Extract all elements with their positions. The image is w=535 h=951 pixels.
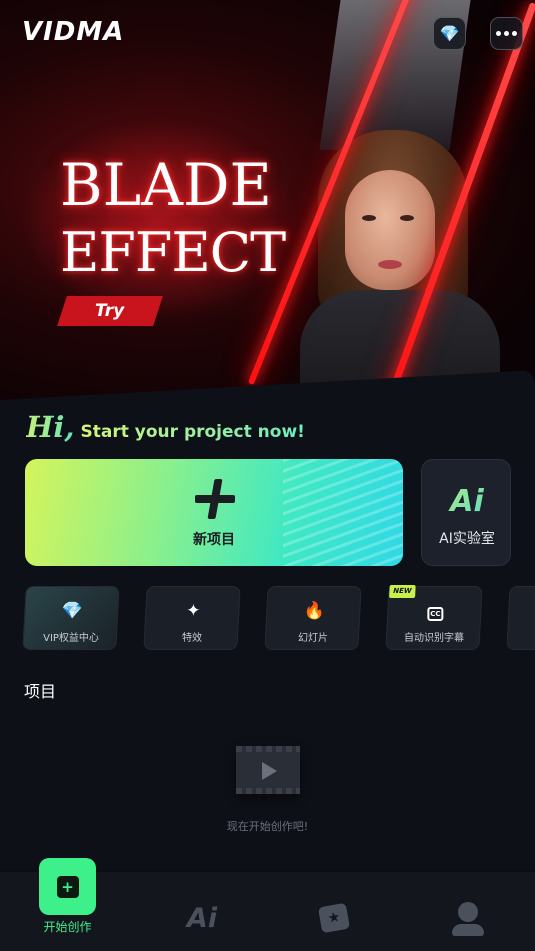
vip-button[interactable]: 💎: [433, 17, 466, 50]
nav-profile-button[interactable]: [444, 898, 492, 938]
new-badge: NEW: [389, 585, 416, 598]
projects-title: 项目: [24, 682, 57, 701]
try-button[interactable]: Try: [57, 296, 163, 326]
tool-effects[interactable]: ✦ 特效: [143, 586, 241, 650]
star-card-icon: ★: [317, 902, 351, 934]
tool-label: VIP权益中心: [43, 633, 99, 644]
tool-label: 自动识别字幕: [404, 633, 465, 644]
tool-more-partial[interactable]: [506, 586, 535, 650]
diamond-icon: 💎: [61, 601, 83, 621]
tool-vip-center[interactable]: 💎 VIP权益中心: [22, 586, 120, 650]
plus-icon: [195, 479, 235, 519]
more-dots-icon: [496, 31, 517, 36]
ai-lab-button[interactable]: Ai AI实验室: [421, 459, 511, 566]
new-project-label: 新项目: [193, 532, 235, 548]
ai-lab-label: AI实验室: [439, 531, 495, 547]
new-project-button[interactable]: 新项目: [25, 459, 403, 566]
tool-slideshow[interactable]: 🔥 幻灯片: [264, 586, 362, 650]
user-icon: [458, 902, 478, 922]
greeting-tagline: Start your project now!: [80, 422, 305, 442]
greeting: Hi, Start your project now!: [26, 410, 305, 444]
nav-create-label: 开始创作: [43, 920, 92, 934]
try-label: Try: [95, 301, 125, 321]
tool-label: 特效: [182, 633, 203, 644]
empty-projects-text: 现在开始创作吧!: [226, 820, 309, 833]
tool-label: 幻灯片: [298, 633, 329, 644]
more-button[interactable]: [490, 17, 523, 50]
banner-title-line2: EFFECT: [60, 221, 286, 284]
banner-title-line1: BLADE: [60, 151, 272, 219]
app-logo: VIDMA: [22, 17, 125, 47]
flame-icon: 🔥: [303, 601, 325, 621]
nav-templates-button[interactable]: ★: [310, 898, 358, 938]
nav-ai-icon[interactable]: Ai: [178, 898, 226, 938]
tool-auto-captions[interactable]: NEW CC 自动识别字幕: [385, 585, 483, 650]
greeting-hi: Hi,: [26, 410, 75, 444]
video-placeholder-icon: [236, 746, 300, 794]
diamond-icon: 💎: [439, 24, 460, 43]
cc-ai-icon: CC: [427, 607, 444, 621]
nav-create-button[interactable]: +: [39, 858, 96, 915]
tool-shortcuts: 💎 VIP权益中心 ✦ 特效 🔥 幻灯片 NEW CC 自动识别字幕: [22, 585, 535, 652]
play-icon: [262, 762, 277, 780]
plus-icon: +: [56, 875, 79, 898]
sparkle-icon: ✦: [186, 601, 201, 621]
banner-title: BLADE EFFECT: [60, 150, 286, 288]
ai-logo-icon: Ai: [422, 484, 512, 519]
